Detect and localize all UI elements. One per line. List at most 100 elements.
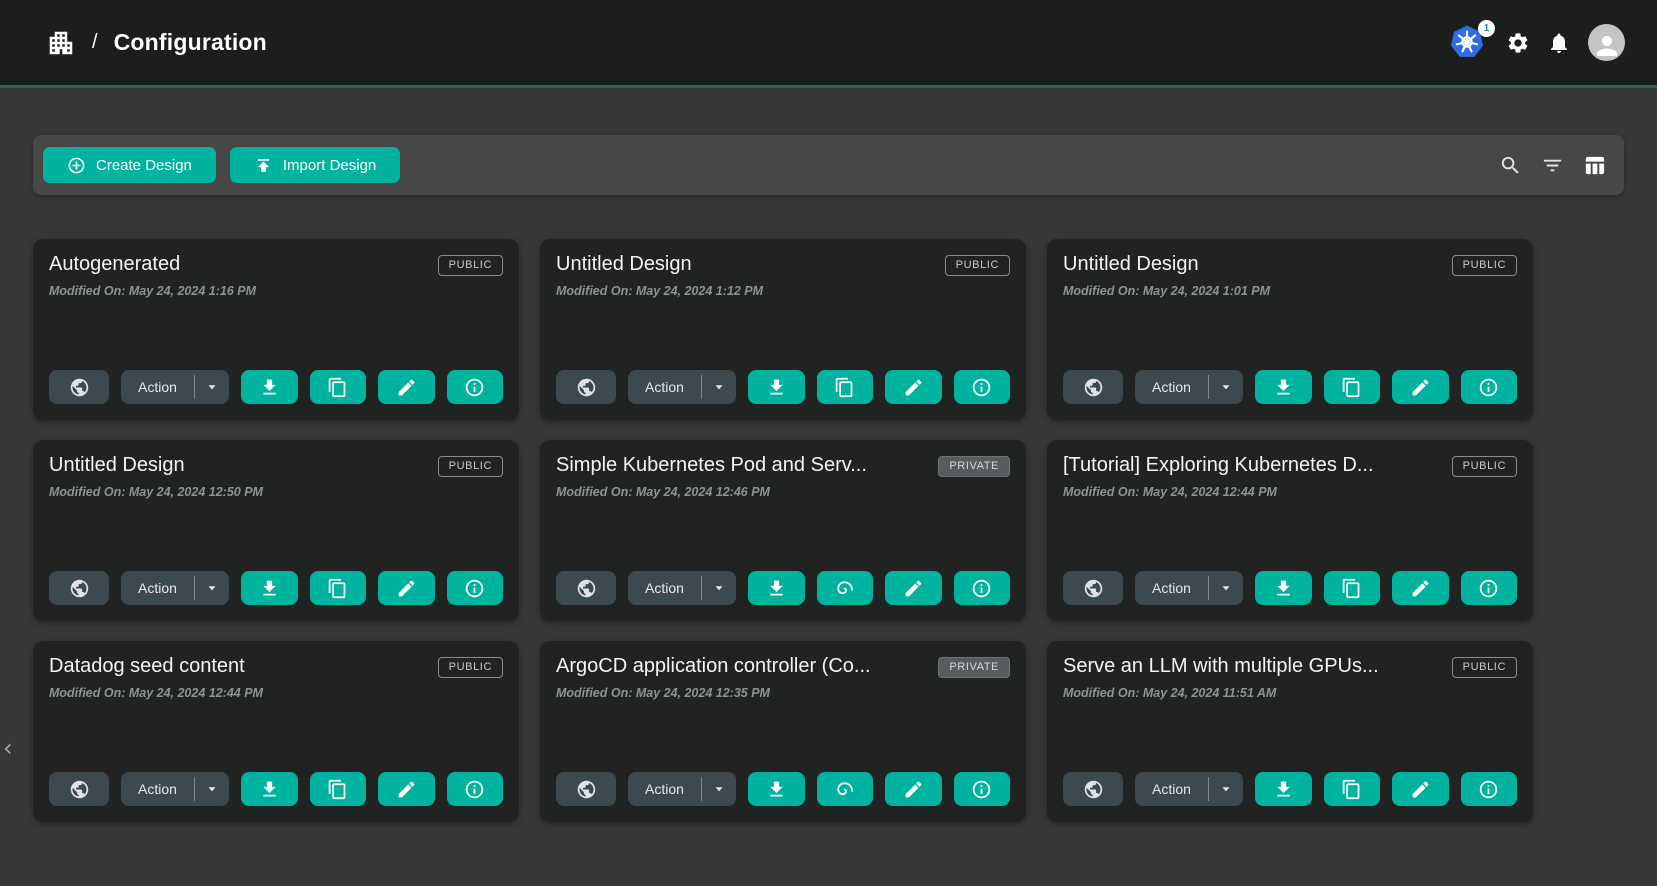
kubernetes-context-button[interactable]: 1	[1449, 24, 1489, 62]
import-design-label: Import Design	[283, 157, 376, 174]
action-dropdown-caret[interactable]	[1209, 571, 1243, 605]
info-button[interactable]	[447, 370, 504, 404]
clone-button[interactable]	[310, 571, 367, 605]
visibility-globe-button[interactable]	[1063, 370, 1123, 404]
action-button[interactable]: Action	[628, 571, 701, 605]
download-button[interactable]	[241, 571, 298, 605]
info-button[interactable]	[954, 571, 1011, 605]
info-button[interactable]	[954, 772, 1011, 806]
visibility-globe-button[interactable]	[556, 772, 616, 806]
info-icon	[971, 779, 992, 800]
user-avatar[interactable]	[1588, 24, 1625, 61]
info-button[interactable]	[1461, 370, 1518, 404]
design-title: Serve an LLM with multiple GPUs...	[1063, 655, 1379, 678]
info-button[interactable]	[447, 571, 504, 605]
edit-button[interactable]	[378, 571, 435, 605]
chevron-down-icon	[1219, 380, 1233, 394]
search-icon[interactable]	[1499, 154, 1522, 177]
action-button[interactable]: Action	[628, 370, 701, 404]
action-button[interactable]: Action	[121, 571, 194, 605]
edit-button[interactable]	[1392, 370, 1449, 404]
design-title: Datadog seed content	[49, 655, 245, 678]
download-icon	[259, 578, 280, 599]
action-dropdown-caret[interactable]	[195, 370, 229, 404]
download-icon	[1273, 377, 1294, 398]
action-button[interactable]: Action	[121, 370, 194, 404]
visibility-globe-button[interactable]	[49, 571, 109, 605]
pencil-icon	[1410, 779, 1431, 800]
modified-on-text: Modified On: May 24, 2024 1:01 PM	[1063, 284, 1517, 298]
notifications-icon[interactable]	[1547, 31, 1571, 55]
import-design-button[interactable]: Import Design	[230, 147, 400, 183]
action-dropdown-caret[interactable]	[1209, 370, 1243, 404]
edit-button[interactable]	[378, 772, 435, 806]
action-split-button: Action	[121, 370, 229, 404]
visibility-globe-button[interactable]	[556, 571, 616, 605]
collapse-chevron-icon[interactable]: ‹	[3, 736, 13, 760]
action-button[interactable]: Action	[121, 772, 194, 806]
clone-button[interactable]	[817, 772, 874, 806]
edit-button[interactable]	[378, 370, 435, 404]
edit-button[interactable]	[1392, 571, 1449, 605]
chevron-down-icon	[712, 581, 726, 595]
globe-icon	[1083, 779, 1104, 800]
clone-button[interactable]	[1324, 772, 1381, 806]
info-button[interactable]	[1461, 571, 1518, 605]
globe-icon	[69, 578, 90, 599]
clone-button[interactable]	[817, 370, 874, 404]
visibility-globe-button[interactable]	[556, 370, 616, 404]
info-icon	[464, 578, 485, 599]
download-icon	[259, 377, 280, 398]
visibility-badge: PUBLIC	[438, 456, 503, 477]
edit-button[interactable]	[885, 772, 942, 806]
design-card: [Tutorial] Exploring Kubernetes D... PUB…	[1047, 440, 1533, 621]
download-button[interactable]	[1255, 370, 1312, 404]
modified-on-text: Modified On: May 24, 2024 12:44 PM	[1063, 485, 1517, 499]
globe-icon	[576, 377, 597, 398]
edit-button[interactable]	[885, 571, 942, 605]
clone-button[interactable]	[817, 571, 874, 605]
action-dropdown-caret[interactable]	[702, 370, 736, 404]
edit-button[interactable]	[1392, 772, 1449, 806]
filter-icon[interactable]	[1541, 154, 1564, 177]
download-button[interactable]	[748, 772, 805, 806]
chevron-down-icon	[1219, 782, 1233, 796]
info-button[interactable]	[1461, 772, 1518, 806]
download-button[interactable]	[1255, 571, 1312, 605]
designs-grid: Autogenerated PUBLIC Modified On: May 24…	[33, 239, 1533, 822]
clone-button[interactable]	[1324, 571, 1381, 605]
organization-icon[interactable]	[46, 28, 76, 58]
visibility-globe-button[interactable]	[49, 370, 109, 404]
download-button[interactable]	[241, 370, 298, 404]
info-button[interactable]	[447, 772, 504, 806]
table-view-icon[interactable]	[1583, 154, 1606, 177]
visibility-globe-button[interactable]	[1063, 772, 1123, 806]
info-button[interactable]	[954, 370, 1011, 404]
action-split-button: Action	[1135, 772, 1243, 806]
pencil-icon	[396, 377, 417, 398]
download-button[interactable]	[1255, 772, 1312, 806]
globe-icon	[1083, 578, 1104, 599]
visibility-globe-button[interactable]	[49, 772, 109, 806]
action-dropdown-caret[interactable]	[702, 571, 736, 605]
action-dropdown-caret[interactable]	[195, 772, 229, 806]
download-button[interactable]	[748, 571, 805, 605]
action-button[interactable]: Action	[1135, 772, 1208, 806]
action-dropdown-caret[interactable]	[195, 571, 229, 605]
create-design-button[interactable]: Create Design	[43, 147, 216, 183]
action-button[interactable]: Action	[1135, 571, 1208, 605]
action-dropdown-caret[interactable]	[1209, 772, 1243, 806]
edit-button[interactable]	[885, 370, 942, 404]
globe-icon	[69, 377, 90, 398]
clone-button[interactable]	[310, 370, 367, 404]
download-button[interactable]	[748, 370, 805, 404]
download-button[interactable]	[241, 772, 298, 806]
download-icon	[259, 779, 280, 800]
action-button[interactable]: Action	[628, 772, 701, 806]
settings-icon[interactable]	[1506, 31, 1530, 55]
action-button[interactable]: Action	[1135, 370, 1208, 404]
clone-button[interactable]	[1324, 370, 1381, 404]
visibility-globe-button[interactable]	[1063, 571, 1123, 605]
action-dropdown-caret[interactable]	[702, 772, 736, 806]
clone-button[interactable]	[310, 772, 367, 806]
